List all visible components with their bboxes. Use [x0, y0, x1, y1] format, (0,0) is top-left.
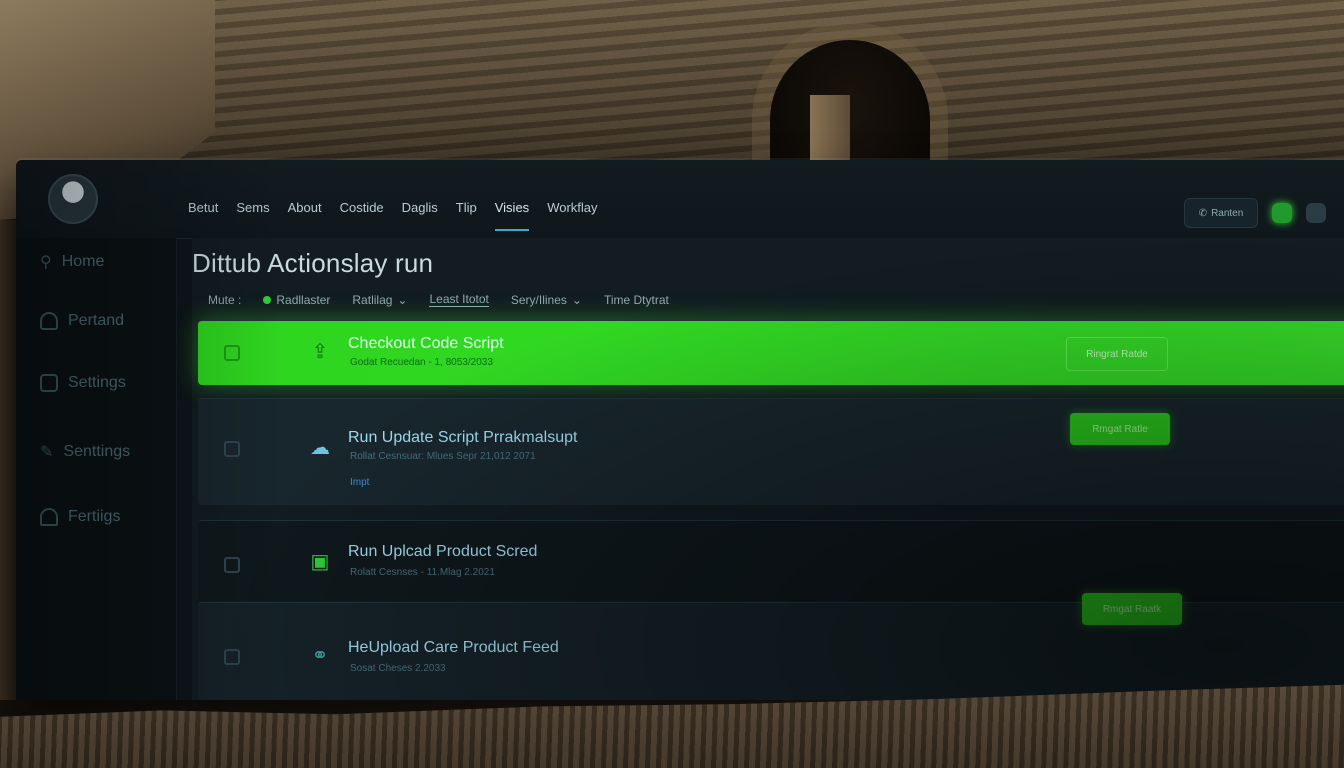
list-item[interactable]: ⇪ Checkout Code Script Godat Recuedan - … [198, 320, 1344, 385]
sidebar-item-label: Home [61, 253, 105, 270]
list-item[interactable]: ▣ Run Uplcad Product Scred Rolatt Cesnse… [198, 520, 1344, 601]
filter-label: Time Dtytrat [603, 292, 669, 307]
sidebar-item-settings[interactable]: Settings [40, 374, 126, 392]
search-icon: ⚲ [40, 254, 52, 271]
grid-icon [40, 374, 58, 392]
sidebar: ⚲ Home Pertand Settings ✎ Senttings Fert… [16, 238, 177, 700]
cloud-icon: ☁ [310, 436, 330, 459]
row-checkbox[interactable] [224, 441, 240, 457]
filter-label: Ratlilag [352, 292, 393, 307]
nav-item[interactable]: Daglis [402, 200, 438, 231]
status-dot-icon [263, 295, 272, 304]
run-title: HeUpload Care Product Feed [348, 639, 559, 656]
chevron-down-icon: ⌄ [571, 292, 582, 307]
sidebar-item-label: Senttings [63, 443, 131, 460]
avatar[interactable] [48, 174, 98, 224]
user-icon [40, 312, 58, 330]
status-indicator-button[interactable] [1272, 203, 1292, 223]
nav-item[interactable]: Costide [340, 200, 384, 231]
upload-icon: ⇪ [311, 340, 329, 363]
filter-latest[interactable]: Least Itotot [429, 292, 489, 307]
sidebar-item-label: Settings [68, 374, 126, 391]
filter-mute[interactable]: Mute : [208, 293, 241, 307]
top-navigation-bar: Betut Sems About Costide Daglis Tlip Vis… [16, 160, 1344, 239]
row-action-button[interactable]: Ringrat Ratde [1066, 337, 1168, 371]
sidebar-item-label: Fertiigs [68, 508, 121, 525]
run-subtitle: Rollat Cesnsuar: Mlues Sepr 21,012 2071 [350, 451, 536, 462]
row-checkbox[interactable] [224, 649, 240, 665]
run-title: Run Uplcad Product Scred [348, 543, 538, 560]
list-item[interactable]: ☁ Run Update Script Prrakmalsupt Rollat … [198, 398, 1344, 505]
chevron-down-icon: ⌄ [397, 292, 408, 307]
pencil-icon: ✎ [40, 444, 54, 461]
menu-button[interactable] [1306, 203, 1326, 223]
run-title: Run Update Script Prrakmalsupt [348, 429, 578, 446]
sidebar-item-senttings[interactable]: ✎ Senttings [40, 442, 130, 462]
row-action-button[interactable]: Rmgat Raatk [1082, 593, 1182, 625]
run-subtitle: Sosat Cheses 2.2033 [350, 663, 446, 674]
nav-item[interactable]: Sems [236, 200, 269, 231]
nav-item[interactable]: Tlip [456, 200, 477, 231]
filter-label: Mute : [208, 292, 242, 307]
link-icon: ⚭ [311, 644, 329, 667]
sidebar-item-pertand[interactable]: Pertand [40, 312, 124, 330]
row-action-button[interactable]: Rmgat Ratle [1070, 413, 1170, 445]
main-nav: Betut Sems About Costide Daglis Tlip Vis… [188, 200, 598, 231]
top-actions: ✆ Ranten [1184, 198, 1326, 228]
sidebar-item-home[interactable]: ⚲ Home [40, 252, 104, 272]
sidebar-item-label: Pertand [68, 312, 125, 329]
sidebar-item-fertiigs[interactable]: Fertiigs [40, 508, 120, 526]
run-subtitle: Godat Recuedan - 1, 8053/2033 [350, 357, 493, 368]
nav-item[interactable]: Betut [188, 200, 218, 231]
main-content: Dittub Actionslay run Mute : Radllaster … [192, 238, 1344, 700]
filter-bar: Mute : Radllaster Ratlilag ⌄ Least Itoto… [208, 292, 669, 307]
list-item[interactable]: ⚭ HeUpload Care Product Feed Sosat Chese… [198, 593, 1344, 700]
filter-label: Least Itotot [429, 292, 489, 306]
nav-item-active[interactable]: Visies [494, 200, 530, 231]
filter-label: Sery/Ilines [510, 292, 567, 307]
row-checkbox[interactable] [224, 345, 240, 361]
phone-icon: ✆ [1198, 207, 1208, 219]
filter-dropdown[interactable]: Sery/Ilines ⌄ [511, 293, 582, 307]
group-icon [40, 508, 58, 526]
filter-time[interactable]: Time Dtytrat [604, 293, 669, 307]
run-tag[interactable]: Impt [350, 477, 369, 488]
run-title: Checkout Code Script [348, 335, 504, 352]
filter-label: Radllaster [276, 292, 331, 307]
filter-dropdown[interactable]: Ratlilag ⌄ [352, 293, 407, 307]
run-subtitle: Rolatt Cesnses - 11.Mlag 2.2021 [350, 567, 495, 578]
row-checkbox[interactable] [224, 557, 240, 573]
nav-item[interactable]: About [288, 200, 322, 231]
package-icon: ▣ [310, 550, 330, 573]
search-button[interactable]: ✆ Ranten [1184, 198, 1258, 228]
page-title: Dittub Actionslay run [192, 248, 434, 278]
monitor-screen: Betut Sems About Costide Daglis Tlip Vis… [16, 160, 1344, 700]
nav-item[interactable]: Workflay [547, 200, 597, 231]
filter-status[interactable]: Radllaster [263, 293, 330, 307]
search-button-label: Ranten [1211, 207, 1244, 219]
